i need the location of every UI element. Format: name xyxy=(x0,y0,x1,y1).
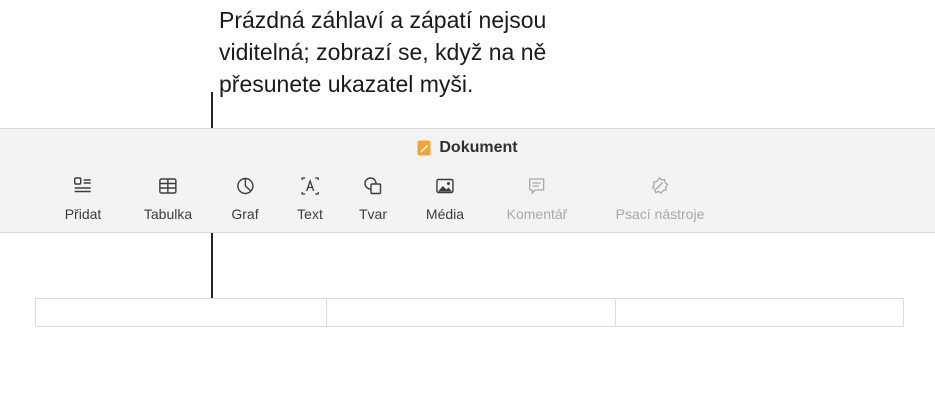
add-icon xyxy=(74,177,91,193)
toolbar-media-button[interactable]: Média xyxy=(426,175,464,222)
writing-tools-icon xyxy=(652,177,669,194)
window-title: Dokument xyxy=(0,139,935,157)
pages-document-icon xyxy=(417,140,431,156)
header-cell-right[interactable] xyxy=(615,299,903,326)
toolbar-text-label: Text xyxy=(297,206,323,222)
header-cell-center[interactable] xyxy=(326,299,615,326)
toolbar-media-label: Média xyxy=(425,206,465,222)
toolbar-shape-button[interactable]: Tvar xyxy=(359,175,387,222)
toolbar-text-button[interactable]: Text xyxy=(297,175,323,222)
callout-text: Prázdná záhlaví a zápatí nejsou viditeln… xyxy=(219,4,739,100)
toolbar-table-button[interactable]: Tabulka xyxy=(144,175,192,222)
comment-icon xyxy=(529,178,545,195)
toolbar-shape-label: Tvar xyxy=(359,206,387,222)
toolbar-comment-label: Komentář xyxy=(506,206,568,222)
toolbar-writing-tools-label: Psací nástroje xyxy=(615,206,705,222)
header-cell-left[interactable] xyxy=(36,299,326,326)
window-toolbar: Dokument Přidat Tabulka Graf Text Tvar M… xyxy=(0,128,935,233)
toolbar-chart-button[interactable]: Graf xyxy=(231,175,259,222)
shape-icon xyxy=(364,177,382,195)
callout-line-1: Prázdná záhlaví a zápatí nejsou xyxy=(219,7,547,33)
toolbar-add-label: Přidat xyxy=(64,206,102,222)
toolbar-chart-label: Graf xyxy=(231,206,259,222)
callout-line-2: viditelná; zobrazí se, když na ně xyxy=(219,39,547,65)
callout-line-3: přesunete ukazatel myši. xyxy=(219,71,474,97)
window-title-text: Dokument xyxy=(439,139,518,156)
toolbar-add-button[interactable]: Přidat xyxy=(64,175,102,222)
document-header-area[interactable] xyxy=(35,298,904,327)
text-box-icon xyxy=(301,177,319,195)
table-icon xyxy=(159,178,177,194)
toolbar-table-label: Tabulka xyxy=(143,206,193,222)
chart-icon xyxy=(236,177,254,195)
toolbar-comment-button[interactable]: Komentář xyxy=(506,175,568,222)
media-icon xyxy=(436,178,454,194)
toolbar-writing-tools-button[interactable]: Psací nástroje xyxy=(615,175,705,222)
